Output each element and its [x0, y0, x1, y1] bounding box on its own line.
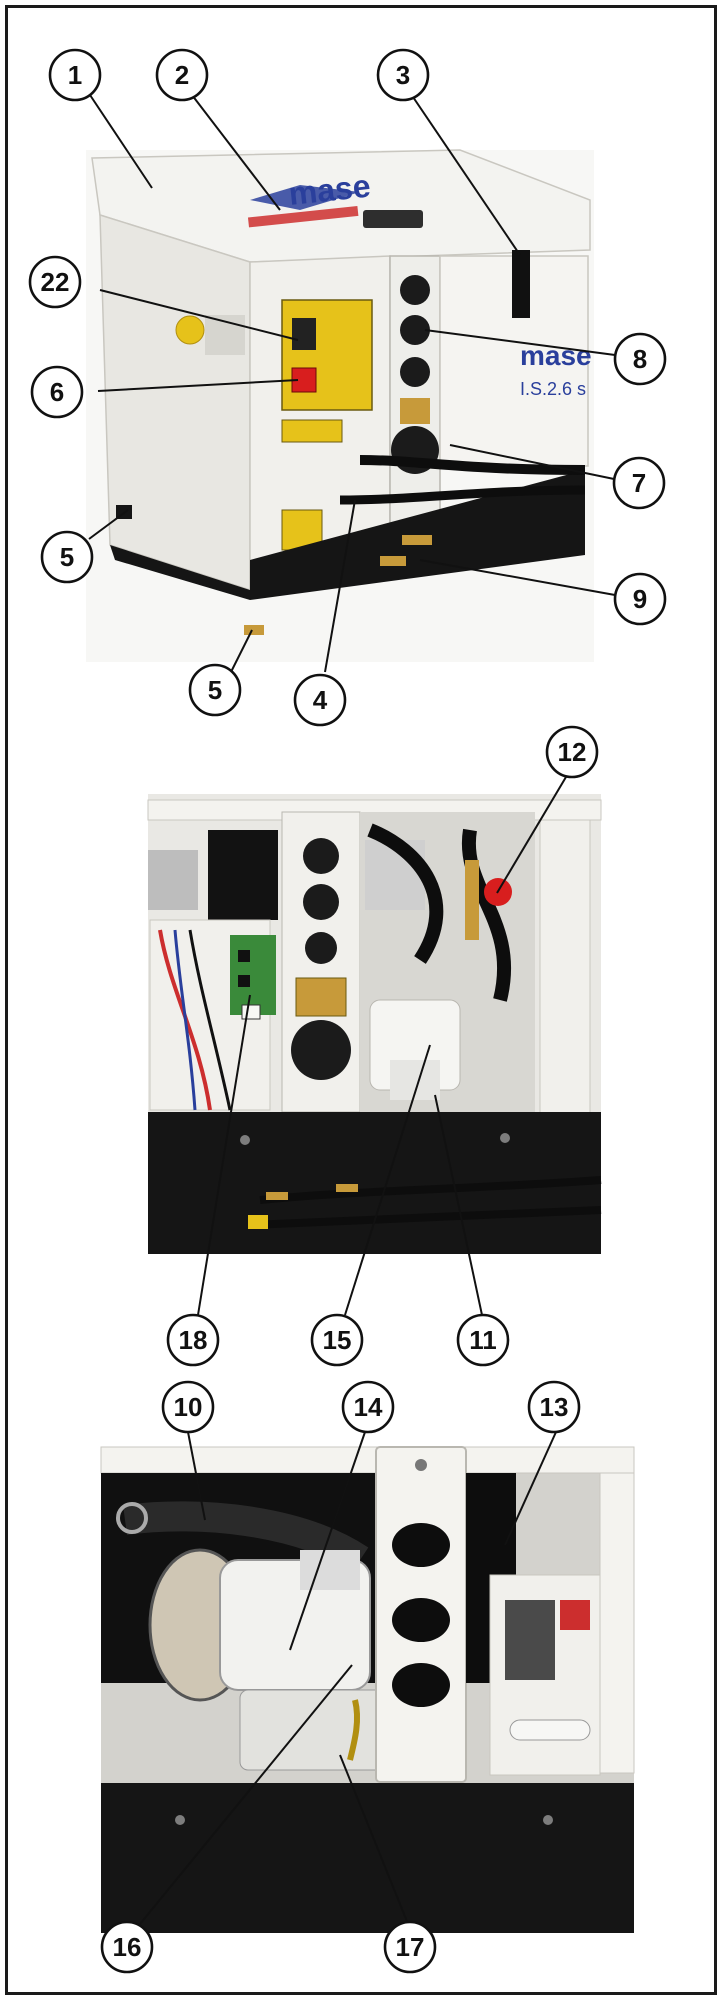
start-stop-switch [292, 318, 316, 350]
fuse-holder [241, 1004, 261, 1020]
side-base-screw-1 [175, 1815, 185, 1825]
base-fitting-1 [266, 1192, 288, 1200]
strip-port-middle [400, 357, 430, 387]
strip-port-top [400, 275, 430, 305]
model-text: I.S.2.6 s [520, 379, 586, 399]
callout-7: 7 [612, 456, 666, 510]
left-side-panel [99, 213, 251, 592]
strip-warning-label [400, 398, 430, 424]
figure-2-interior-front [147, 794, 602, 1254]
callout-22: 22 [28, 255, 82, 309]
callout-11: 11 [456, 1313, 510, 1367]
svg-text:8: 8 [633, 344, 647, 374]
white-pipe [509, 1719, 591, 1741]
svg-text:7: 7 [632, 468, 646, 498]
side-top-frame [100, 1446, 635, 1474]
board-connector-1 [238, 950, 250, 962]
interior-port-3 [305, 932, 337, 964]
svg-text:11: 11 [469, 1325, 497, 1355]
callout-6: 6 [30, 365, 84, 419]
base-screw-1 [240, 1135, 250, 1145]
callout-8: 8 [613, 332, 667, 386]
callout-16: 16 [100, 1920, 154, 1974]
bracket-hole-3 [392, 1663, 450, 1707]
svg-text:5: 5 [60, 542, 74, 572]
relay-block [148, 850, 198, 910]
interior-port-1 [303, 838, 339, 874]
callout-12: 12 [545, 725, 599, 779]
fuel-fitting-1 [402, 535, 432, 545]
fuel-fitting-2 [380, 556, 406, 566]
callout-1: 1 [48, 48, 102, 102]
svg-text:9: 9 [633, 584, 647, 614]
callout-4: 4 [293, 673, 347, 727]
red-wire-bundle [560, 1600, 590, 1630]
svg-text:14: 14 [354, 1392, 383, 1422]
right-interior-panel [539, 819, 591, 1121]
voltage-regulator [505, 1600, 555, 1680]
control-box [208, 830, 278, 920]
svg-text:12: 12 [558, 737, 587, 767]
side-right-frame [599, 1472, 635, 1774]
oil-sump [239, 1689, 391, 1771]
svg-text:1: 1 [68, 60, 82, 90]
circuit-board [230, 935, 276, 1015]
bracket-hole-2 [392, 1598, 450, 1642]
figure-3-interior-side [100, 1446, 635, 1933]
callout-5-bottom: 5 [188, 663, 242, 717]
callout-9: 9 [613, 572, 667, 626]
svg-text:16: 16 [113, 1932, 142, 1962]
svg-text:2: 2 [175, 60, 189, 90]
svg-text:3: 3 [396, 60, 410, 90]
callout-18: 18 [166, 1313, 220, 1367]
callout-14: 14 [341, 1380, 395, 1434]
bracket-hole-1 [392, 1523, 450, 1567]
interior-port-2 [303, 884, 339, 920]
svg-text:10: 10 [174, 1392, 203, 1422]
control-label-plate [281, 299, 373, 411]
svg-text:18: 18 [179, 1325, 208, 1355]
injector-area [300, 1550, 360, 1590]
callout-15: 15 [310, 1313, 364, 1367]
left-panel-sticker [175, 315, 205, 345]
bracket-screw [415, 1459, 427, 1471]
svg-text:15: 15 [323, 1325, 352, 1355]
callout-10: 10 [161, 1380, 215, 1434]
brass-manifold [465, 860, 479, 940]
callout-2: 2 [155, 48, 209, 102]
interior-exhaust-outlet [291, 1020, 351, 1080]
board-connector-2 [238, 975, 250, 987]
callout-3: 3 [376, 48, 430, 102]
svg-text:17: 17 [396, 1932, 425, 1962]
base-fitting-2 [336, 1184, 358, 1192]
lid-handle [363, 210, 423, 228]
callout-17: 17 [383, 1920, 437, 1974]
callout-13: 13 [527, 1380, 581, 1434]
base-screw-2 [500, 1133, 510, 1143]
side-base-screw-2 [543, 1815, 553, 1825]
interior-warning-label [295, 977, 347, 1017]
svg-text:13: 13 [540, 1392, 569, 1422]
svg-text:6: 6 [50, 377, 64, 407]
generator-diagram: mase mase I.S.2.6 s 1 2 3 22 6 5 8 7 9 5… [28, 48, 667, 1974]
foot-mount-front [244, 625, 264, 635]
base-fitting-yellow [248, 1215, 268, 1229]
svg-text:5: 5 [208, 675, 222, 705]
svg-text:22: 22 [41, 267, 70, 297]
warning-label-1 [281, 419, 343, 443]
side-base [101, 1783, 634, 1933]
air-intake-slot [512, 250, 530, 318]
svg-text:4: 4 [313, 685, 328, 715]
callout-5-left: 5 [40, 530, 94, 584]
